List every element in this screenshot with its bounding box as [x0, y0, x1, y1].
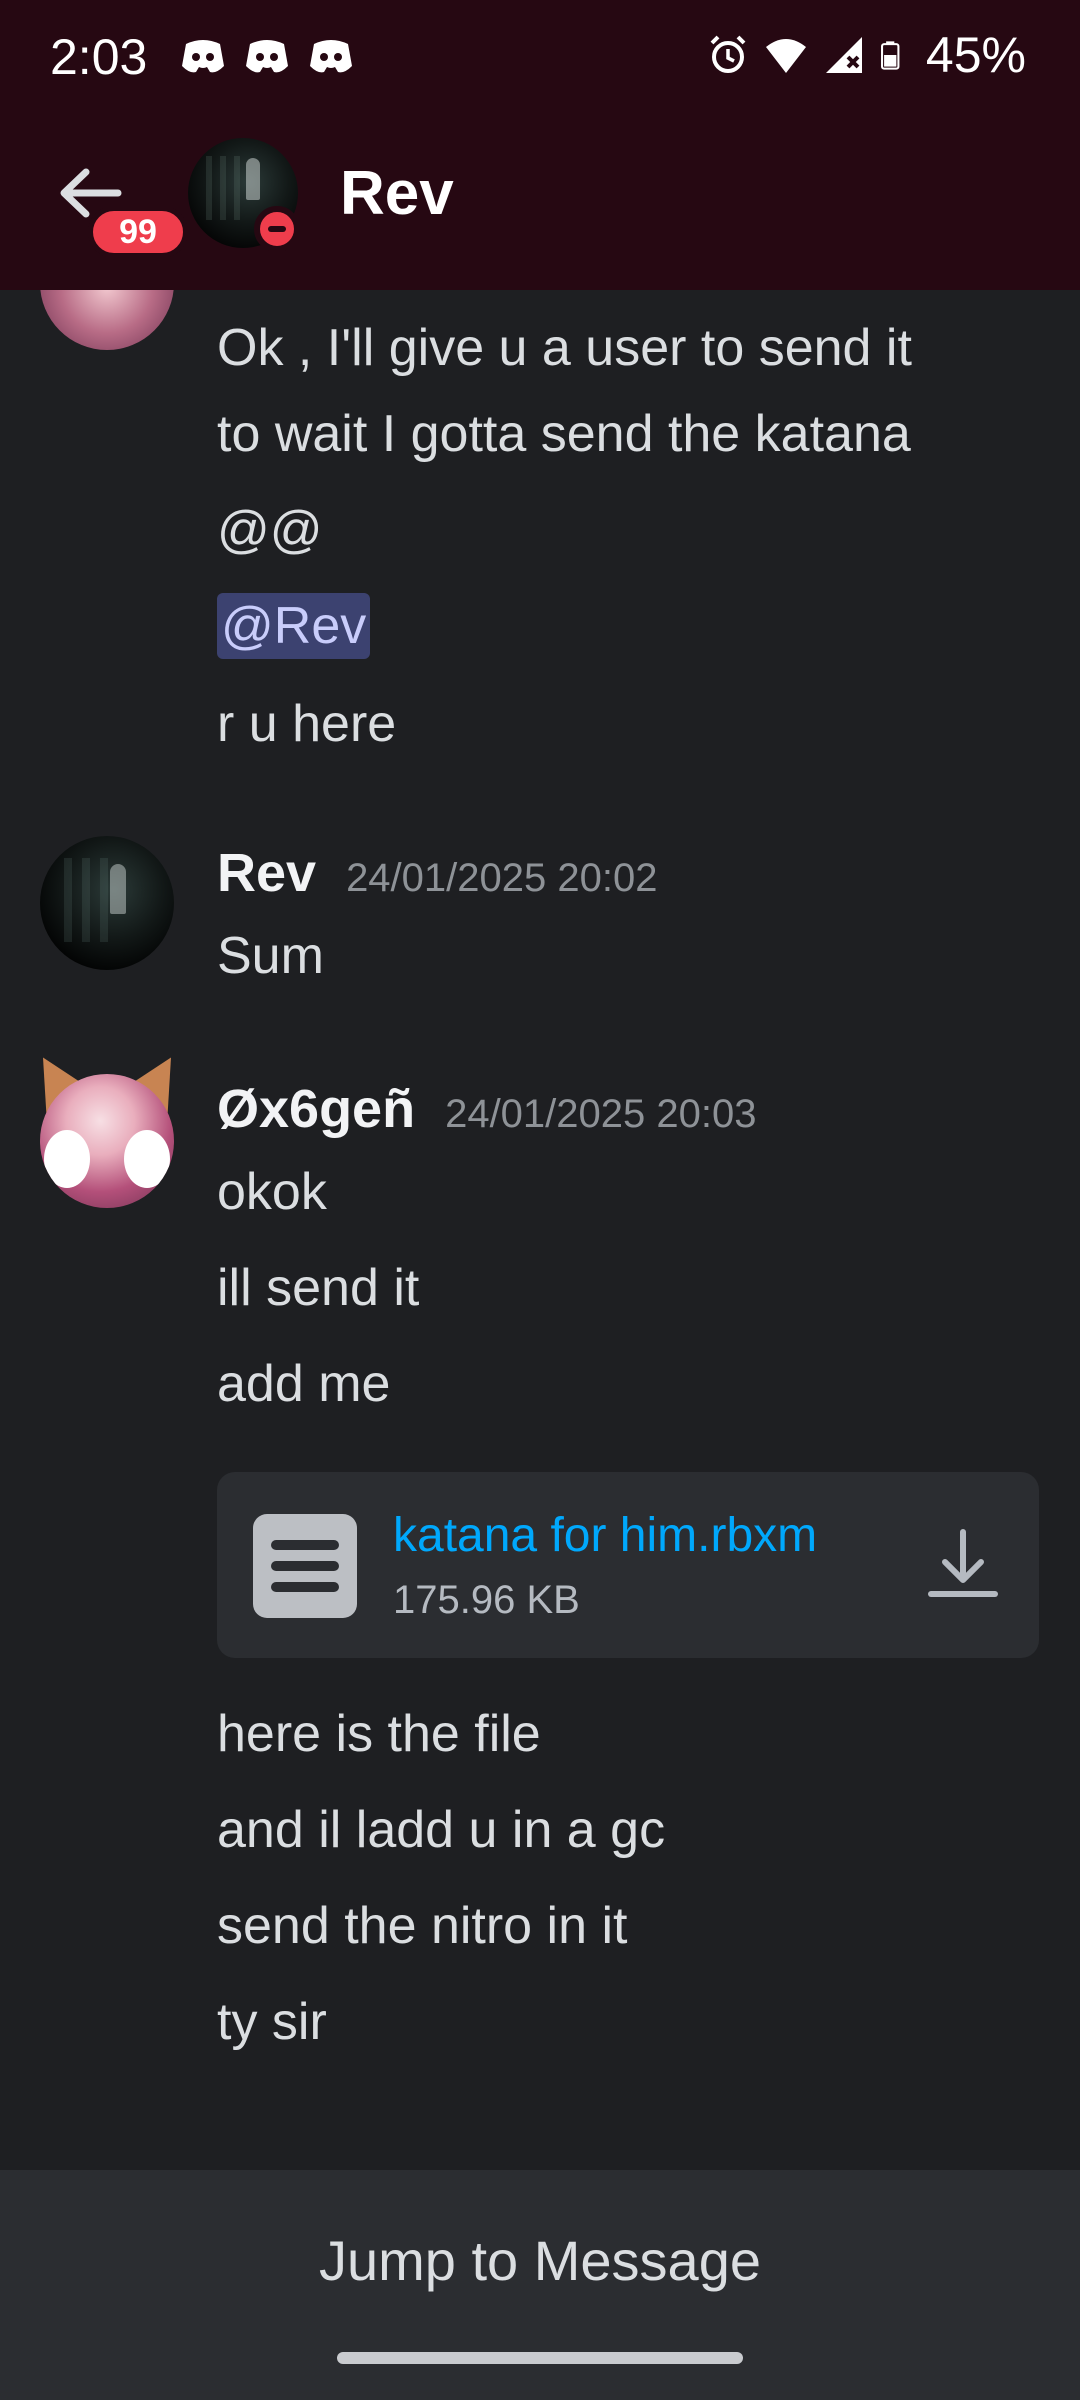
file-size: 175.96 KB — [393, 1578, 580, 1622]
status-notification-icons — [180, 38, 354, 76]
message-line: @@ — [217, 501, 323, 559]
discord-icon — [310, 40, 352, 73]
unread-badge: 99 — [88, 206, 188, 258]
message-line: ty sir — [217, 1993, 327, 2051]
signal-icon — [825, 37, 862, 73]
battery-percent: 45% — [925, 27, 1026, 83]
status-time: 2:03 — [50, 29, 148, 85]
message-line: Ok , I'll give u a user to send it — [217, 319, 912, 377]
timestamp: 24/01/2025 20:02 — [346, 856, 658, 900]
battery-icon — [880, 41, 900, 70]
chat-screen: 2:03 45% 99 Rev Ok , I'll give u a user … — [0, 0, 1080, 2400]
message-line: and il ladd u in a gc — [217, 1801, 666, 1859]
jump-to-message-button[interactable]: Jump to Message — [0, 2228, 1080, 2293]
message-line: @Rev — [217, 593, 371, 659]
message-line: to wait I gotta send the katana — [217, 405, 911, 463]
jump-to-message-bar[interactable]: Jump to Message — [0, 2170, 1080, 2400]
message-header: Rev 24/01/2025 20:02 — [217, 842, 657, 904]
author-name[interactable]: Øx6geñ — [217, 1078, 415, 1140]
avatar-rev[interactable] — [40, 836, 174, 970]
message-line: Sum — [217, 927, 324, 985]
message-line: ill send it — [217, 1259, 420, 1317]
wifi-icon — [765, 39, 806, 73]
avatar-ox6gen[interactable] — [20, 1044, 194, 1214]
file-name-link[interactable]: katana for him.rbxm — [393, 1508, 817, 1563]
message-line: send the nitro in it — [217, 1897, 628, 1955]
download-icon[interactable] — [923, 1524, 1003, 1604]
status-system-icons: 45% — [706, 26, 1026, 84]
dnd-status-icon — [254, 206, 300, 252]
timestamp: 24/01/2025 20:03 — [445, 1092, 757, 1136]
message-line: okok — [217, 1163, 327, 1221]
message-header: Øx6geñ 24/01/2025 20:03 — [217, 1078, 756, 1140]
avatar-user-partial[interactable] — [40, 280, 174, 350]
message-line: add me — [217, 1355, 391, 1413]
document-icon — [253, 1514, 357, 1618]
message-line: r u here — [217, 695, 397, 753]
alarm-icon — [710, 35, 746, 73]
discord-icon — [182, 40, 224, 73]
top-bar: 2:03 45% 99 Rev — [0, 0, 1080, 290]
file-attachment[interactable]: katana for him.rbxm 175.96 KB — [217, 1472, 1039, 1658]
message-line: here is the file — [217, 1705, 541, 1763]
message-list[interactable]: Ok , I'll give u a user to send it to wa… — [0, 280, 1080, 2170]
home-indicator[interactable] — [337, 2352, 743, 2364]
channel-title[interactable]: Rev — [340, 158, 454, 229]
author-name[interactable]: Rev — [217, 842, 316, 904]
user-mention[interactable]: @Rev — [217, 593, 371, 659]
discord-icon — [246, 40, 288, 73]
